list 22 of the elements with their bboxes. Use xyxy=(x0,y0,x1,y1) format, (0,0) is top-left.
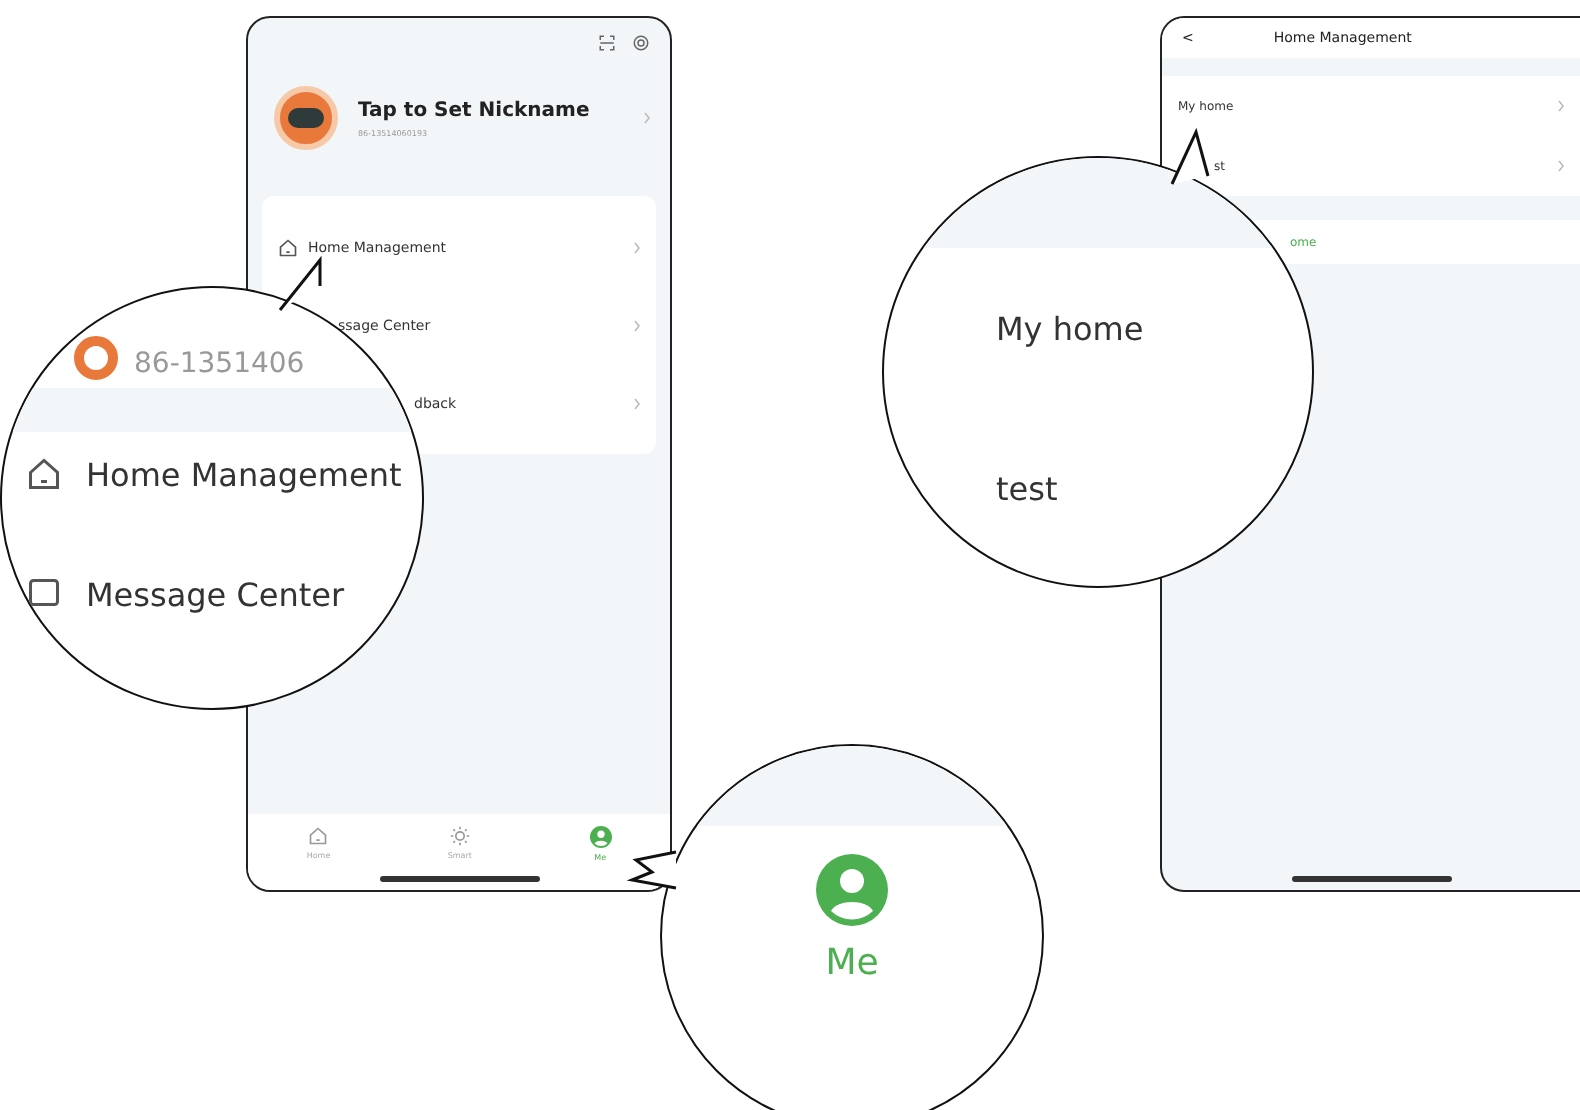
house-icon xyxy=(278,237,298,257)
avatar-icon[interactable] xyxy=(274,86,338,150)
person-icon xyxy=(589,826,612,848)
phone-number: 86-1351406 xyxy=(134,348,305,380)
scan-icon[interactable] xyxy=(598,34,616,52)
chevron-icon xyxy=(634,397,640,409)
chevron-icon xyxy=(1558,160,1564,172)
home-item[interactable]: My home xyxy=(996,309,1144,347)
message-icon xyxy=(26,576,62,612)
house-icon xyxy=(308,826,329,846)
menu-item[interactable]: Message Center xyxy=(86,575,345,613)
chevron-icon xyxy=(634,319,640,331)
person-icon xyxy=(816,854,888,926)
sun-icon xyxy=(449,826,470,846)
home-item[interactable]: test xyxy=(996,469,1058,507)
chevron-icon xyxy=(634,241,640,253)
nickname-link[interactable]: Tap to Set Nickname xyxy=(358,99,624,121)
chevron-icon xyxy=(644,112,650,124)
house-icon xyxy=(26,456,62,492)
chevron-icon xyxy=(1558,100,1564,112)
menu-item[interactable]: Home Management xyxy=(86,455,402,493)
settings-icon[interactable] xyxy=(632,34,650,52)
